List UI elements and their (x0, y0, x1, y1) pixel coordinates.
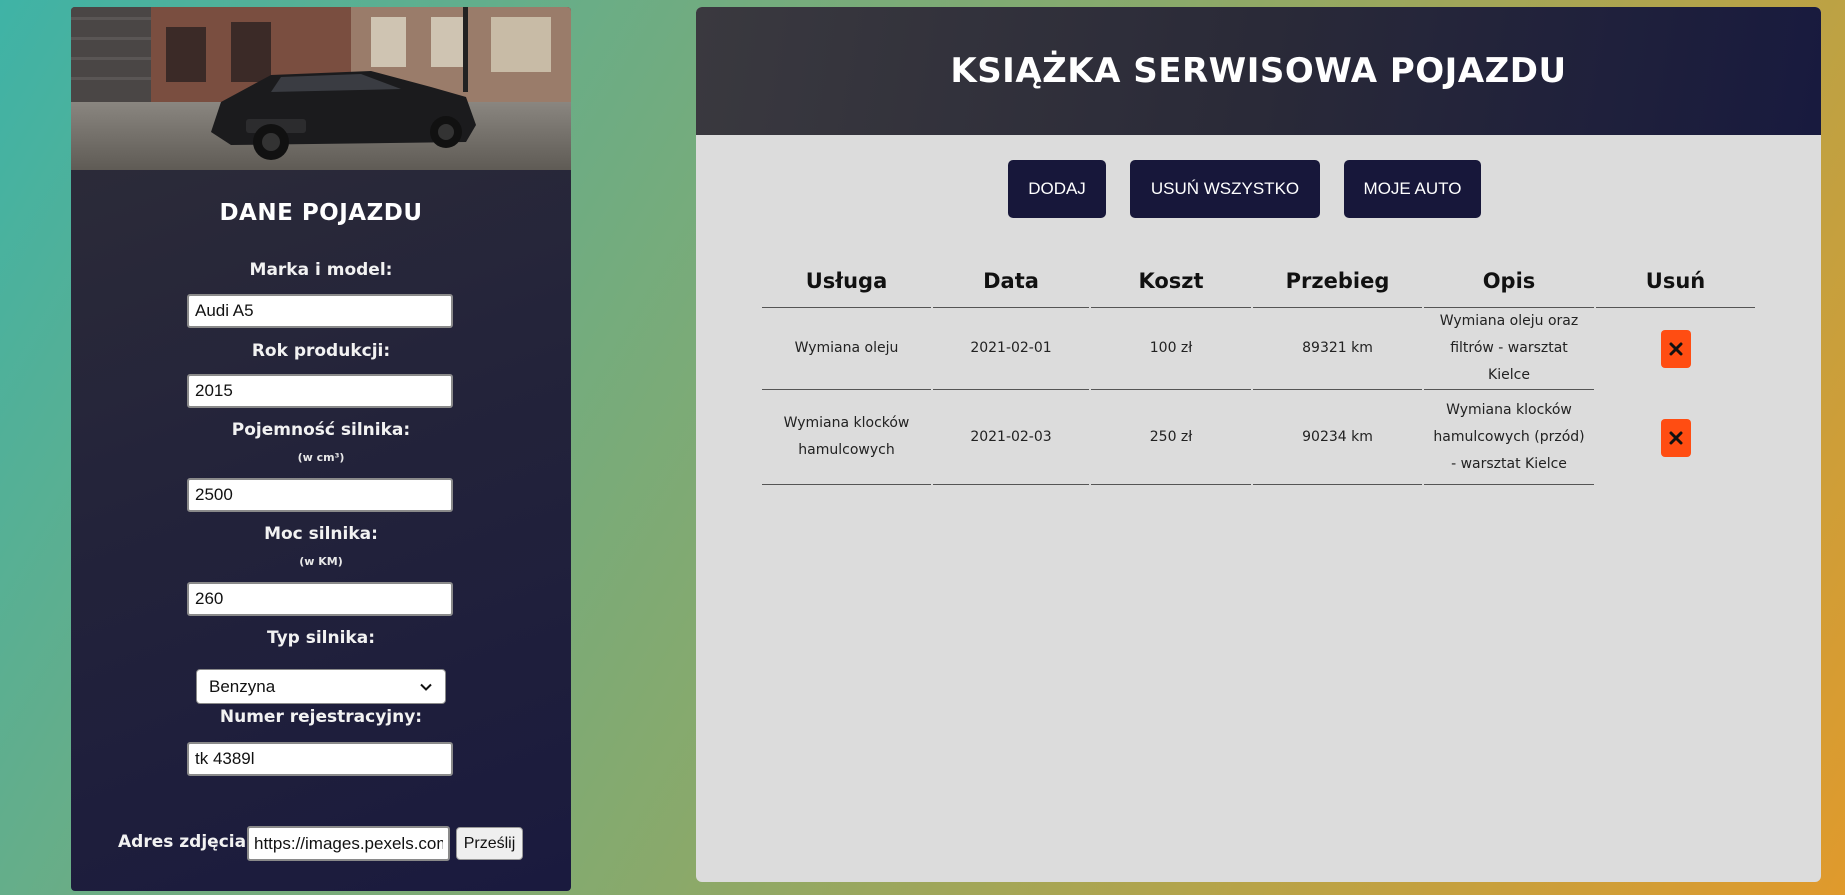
cell-delete (1596, 390, 1755, 485)
column-header-mileage: Przebieg (1253, 255, 1422, 308)
column-header-date: Data (933, 255, 1089, 308)
photo-url-input[interactable] (247, 826, 450, 861)
engine-type-label: Typ silnika: (266, 628, 376, 648)
cell-date: 2021-02-03 (933, 390, 1089, 485)
year-label: Rok produkcji: (251, 341, 391, 361)
power-input[interactable] (187, 582, 453, 616)
cell-cost: 100 zł (1091, 308, 1251, 390)
cell-description: Wymiana klocków hamulcowych (przód) - wa… (1424, 390, 1594, 485)
service-table: Usługa Data Koszt Przebieg Opis Usuń Wym… (760, 255, 1757, 485)
photo-url-label: Adres zdjęcia: (118, 832, 253, 852)
delete-all-button[interactable]: USUŃ WSZYSTKO (1130, 160, 1320, 218)
power-label: Moc silnika: (264, 524, 378, 544)
service-text: Wymiana klocków hamulcowych (783, 415, 910, 458)
service-book-header: KSIĄŻKA SERWISOWA POJAZDU (696, 7, 1821, 135)
cell-service: Wymiana oleju (762, 308, 931, 390)
column-header-description: Opis (1424, 255, 1594, 308)
cell-description: Wymiana oleju oraz filtrów - warsztat Ki… (1424, 308, 1594, 390)
description-text: Wymiana klocków hamulcowych (przód) - wa… (1433, 401, 1585, 472)
cell-date: 2021-02-01 (933, 308, 1089, 390)
engine-type-select[interactable]: Benzyna (196, 669, 446, 704)
cell-cost: 250 zł (1091, 390, 1251, 485)
make-model-label: Marka i model: (249, 260, 393, 280)
send-button[interactable]: Prześlij (456, 827, 523, 860)
make-model-input[interactable] (187, 294, 453, 328)
cell-mileage: 90234 km (1253, 390, 1422, 485)
delete-row-button[interactable] (1660, 330, 1691, 368)
registration-label: Numer rejestracyjny: (219, 707, 423, 727)
year-input[interactable] (187, 374, 453, 408)
vehicle-data-panel: DANE POJAZDU Marka i model: Rok produkcj… (71, 7, 571, 891)
displacement-input[interactable] (187, 478, 453, 512)
cell-service: Wymiana klocków hamulcowych (762, 390, 931, 485)
table-header-row: Usługa Data Koszt Przebieg Opis Usuń (762, 255, 1755, 308)
displacement-label: Pojemność silnika: (231, 420, 411, 440)
registration-input[interactable] (187, 742, 453, 776)
service-book-panel: KSIĄŻKA SERWISOWA POJAZDU DODAJ USUŃ WSZ… (696, 7, 1821, 882)
column-header-cost: Koszt (1091, 255, 1251, 308)
displacement-unit-note: (w cm³) (297, 451, 345, 464)
vehicle-panel-title: DANE POJAZDU (219, 200, 423, 226)
delete-row-button[interactable] (1660, 418, 1691, 457)
table-row: Wymiana klocków hamulcowych 2021-02-03 2… (762, 390, 1755, 485)
cell-delete (1596, 308, 1755, 390)
column-header-delete: Usuń (1596, 255, 1755, 308)
column-header-service: Usługa (762, 255, 931, 308)
page-title: KSIĄŻKA SERWISOWA POJAZDU (950, 51, 1567, 91)
close-icon (1669, 342, 1682, 356)
engine-type-selected-value: Benzyna (209, 676, 276, 696)
cell-mileage: 89321 km (1253, 308, 1422, 390)
close-icon (1669, 431, 1682, 444)
chevron-down-icon (420, 683, 432, 691)
table-row: Wymiana oleju 2021-02-01 100 zł 89321 km… (762, 308, 1755, 390)
power-unit-note: (w KM) (299, 555, 343, 568)
description-text: Wymiana oleju oraz filtrów - warsztat Ki… (1439, 313, 1579, 383)
car-photo (71, 7, 571, 170)
add-button[interactable]: DODAJ (1008, 160, 1106, 218)
my-car-button[interactable]: MOJE AUTO (1344, 160, 1481, 218)
